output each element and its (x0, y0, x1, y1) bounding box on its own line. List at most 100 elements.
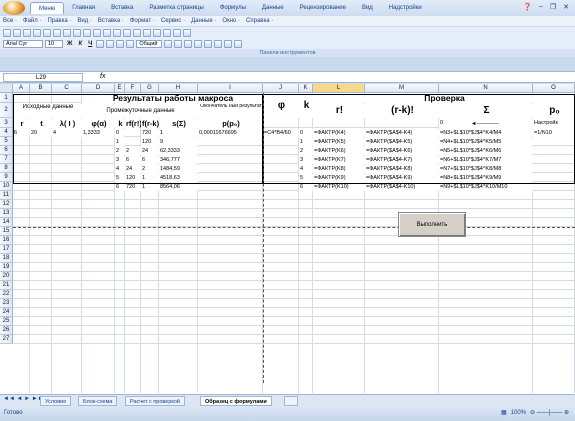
percent-icon[interactable] (174, 39, 183, 48)
close-icon[interactable]: ✕ (563, 3, 569, 11)
tab-home[interactable]: Главная (64, 2, 103, 14)
copy-icon[interactable] (73, 28, 81, 37)
tab-data[interactable]: Данные (254, 2, 292, 14)
column-header-d[interactable]: D (82, 84, 115, 93)
run-macro-button[interactable]: Выполнить (398, 212, 466, 237)
row-header-23[interactable]: 23 (0, 299, 13, 308)
menu-window[interactable]: Окно · (222, 18, 240, 24)
column-header-o[interactable]: O (533, 84, 575, 93)
align-center-icon[interactable] (106, 39, 115, 48)
column-header-n[interactable]: N (439, 84, 533, 93)
row-header-2[interactable]: 2 (0, 103, 13, 118)
office-button[interactable] (3, 1, 25, 15)
spelling-icon[interactable] (53, 28, 61, 37)
menu-help[interactable]: Справка · (246, 18, 273, 24)
sort-desc-icon[interactable] (153, 28, 161, 37)
drawing-icon[interactable] (173, 28, 181, 37)
select-all-corner[interactable] (0, 84, 13, 93)
row-header-7[interactable]: 7 (0, 155, 13, 164)
row-header-24[interactable]: 24 (0, 308, 13, 317)
row-header-8[interactable]: 8 (0, 164, 13, 173)
column-header-m[interactable]: M (365, 84, 439, 93)
autosum-icon[interactable] (123, 28, 131, 37)
chart-icon[interactable] (163, 28, 171, 37)
tab-view[interactable]: Вид (354, 2, 381, 14)
column-header-e[interactable]: E (115, 84, 125, 93)
open-icon[interactable] (13, 28, 21, 37)
row-header-20[interactable]: 20 (0, 272, 13, 281)
menu-format[interactable]: Формат · (130, 18, 155, 24)
font-size-select[interactable]: 10 (45, 39, 63, 48)
minimize-icon[interactable]: – (539, 3, 543, 11)
normal-view-icon[interactable]: ▦ (501, 409, 507, 417)
column-header-l[interactable]: L (313, 84, 365, 93)
row-header-19[interactable]: 19 (0, 263, 13, 272)
name-box[interactable]: L29 (3, 73, 83, 82)
column-header-c[interactable]: C (52, 84, 82, 93)
row-header-17[interactable]: 17 (0, 245, 13, 254)
menu-view[interactable]: Вид · (77, 18, 92, 24)
cell-k10[interactable]: 6 (299, 183, 313, 191)
row-header-16[interactable]: 16 (0, 236, 13, 245)
sheet-tab-condition[interactable]: Условие (40, 396, 72, 406)
menu-all[interactable]: Все · (3, 18, 17, 24)
cell-f10[interactable]: 720 (125, 183, 141, 191)
align-left-icon[interactable] (96, 39, 105, 48)
indent-icon[interactable] (204, 39, 213, 48)
row-header-18[interactable]: 18 (0, 254, 13, 263)
tab-review[interactable]: Рецензирование (292, 2, 354, 14)
cell-h10[interactable]: 8564,06 (159, 183, 198, 191)
row-header-13[interactable]: 13 (0, 209, 13, 218)
worksheet-grid[interactable]: A B C D E F G H I J K L M N O 1 2 3 4 5 6 7 8 9 10 11 12 13 14 15 16 17… (0, 84, 575, 394)
fx-icon[interactable]: fx (100, 73, 105, 80)
cell-e10[interactable]: 6 (115, 183, 125, 191)
cut-icon[interactable] (63, 28, 71, 37)
sheet-tab-sample-formulas[interactable]: Образец с формулами (200, 396, 272, 406)
bold-button[interactable]: Ж (65, 41, 74, 47)
paste-icon[interactable] (83, 28, 91, 37)
merge-icon[interactable] (126, 39, 135, 48)
menu-insert[interactable]: Вставка · (98, 18, 124, 24)
redo-icon[interactable] (103, 28, 111, 37)
function-icon[interactable] (133, 28, 141, 37)
tab-formulas[interactable]: Формулы (212, 2, 254, 14)
row-header-26[interactable]: 26 (0, 326, 13, 335)
column-header-h[interactable]: H (159, 84, 198, 93)
tab-menu[interactable]: Меню (30, 2, 65, 14)
font-select[interactable]: Arial Cyr (3, 39, 43, 48)
print-icon[interactable] (33, 28, 41, 37)
cell-l10[interactable]: =ФАКТР(K10) (313, 183, 365, 191)
help-icon[interactable]: ❓ (523, 3, 532, 11)
column-header-b[interactable]: B (30, 84, 52, 93)
row-header-3[interactable]: 3 (0, 118, 13, 128)
sheet-tab-calc-check[interactable]: Расчет с проверкой (125, 396, 185, 406)
menu-tools[interactable]: Сервис · (161, 18, 185, 24)
decimal-dec-icon[interactable] (194, 39, 203, 48)
currency-icon[interactable] (164, 39, 173, 48)
cell-g10[interactable]: 1 (141, 183, 159, 191)
undo-icon[interactable] (93, 28, 101, 37)
row-header-27[interactable]: 27 (0, 335, 13, 344)
sheet-nav-arrows-icon[interactable]: ◄◄ ◄ ► ►► (3, 396, 44, 402)
column-header-k[interactable]: K (299, 84, 313, 93)
menu-edit[interactable]: Правка · (47, 18, 71, 24)
cell-m10[interactable]: =ФАКТР($A$4-K10) (365, 183, 439, 191)
hyperlink-icon[interactable] (113, 28, 121, 37)
zoom-icon[interactable] (183, 28, 191, 37)
borders-icon[interactable] (214, 39, 223, 48)
zoom-level[interactable]: 100% (511, 409, 526, 417)
zoom-slider[interactable]: ⊖ ——|—— ⊕ (530, 409, 569, 417)
menu-data[interactable]: Данные · (191, 18, 216, 24)
row-header-12[interactable]: 12 (0, 200, 13, 209)
row-header-6[interactable]: 6 (0, 146, 13, 155)
row-header-15[interactable]: 15 (0, 227, 13, 236)
sort-asc-icon[interactable] (143, 28, 151, 37)
row-header-9[interactable]: 9 (0, 173, 13, 182)
tab-addins[interactable]: Надстройки (381, 2, 430, 14)
fill-color-icon[interactable] (224, 39, 233, 48)
sheet-tab-flowchart[interactable]: Блок-схема (78, 396, 118, 406)
column-header-a[interactable]: A (13, 84, 30, 93)
preview-icon[interactable] (43, 28, 51, 37)
row-header-22[interactable]: 22 (0, 290, 13, 299)
tab-insert[interactable]: Вставка (103, 2, 141, 14)
